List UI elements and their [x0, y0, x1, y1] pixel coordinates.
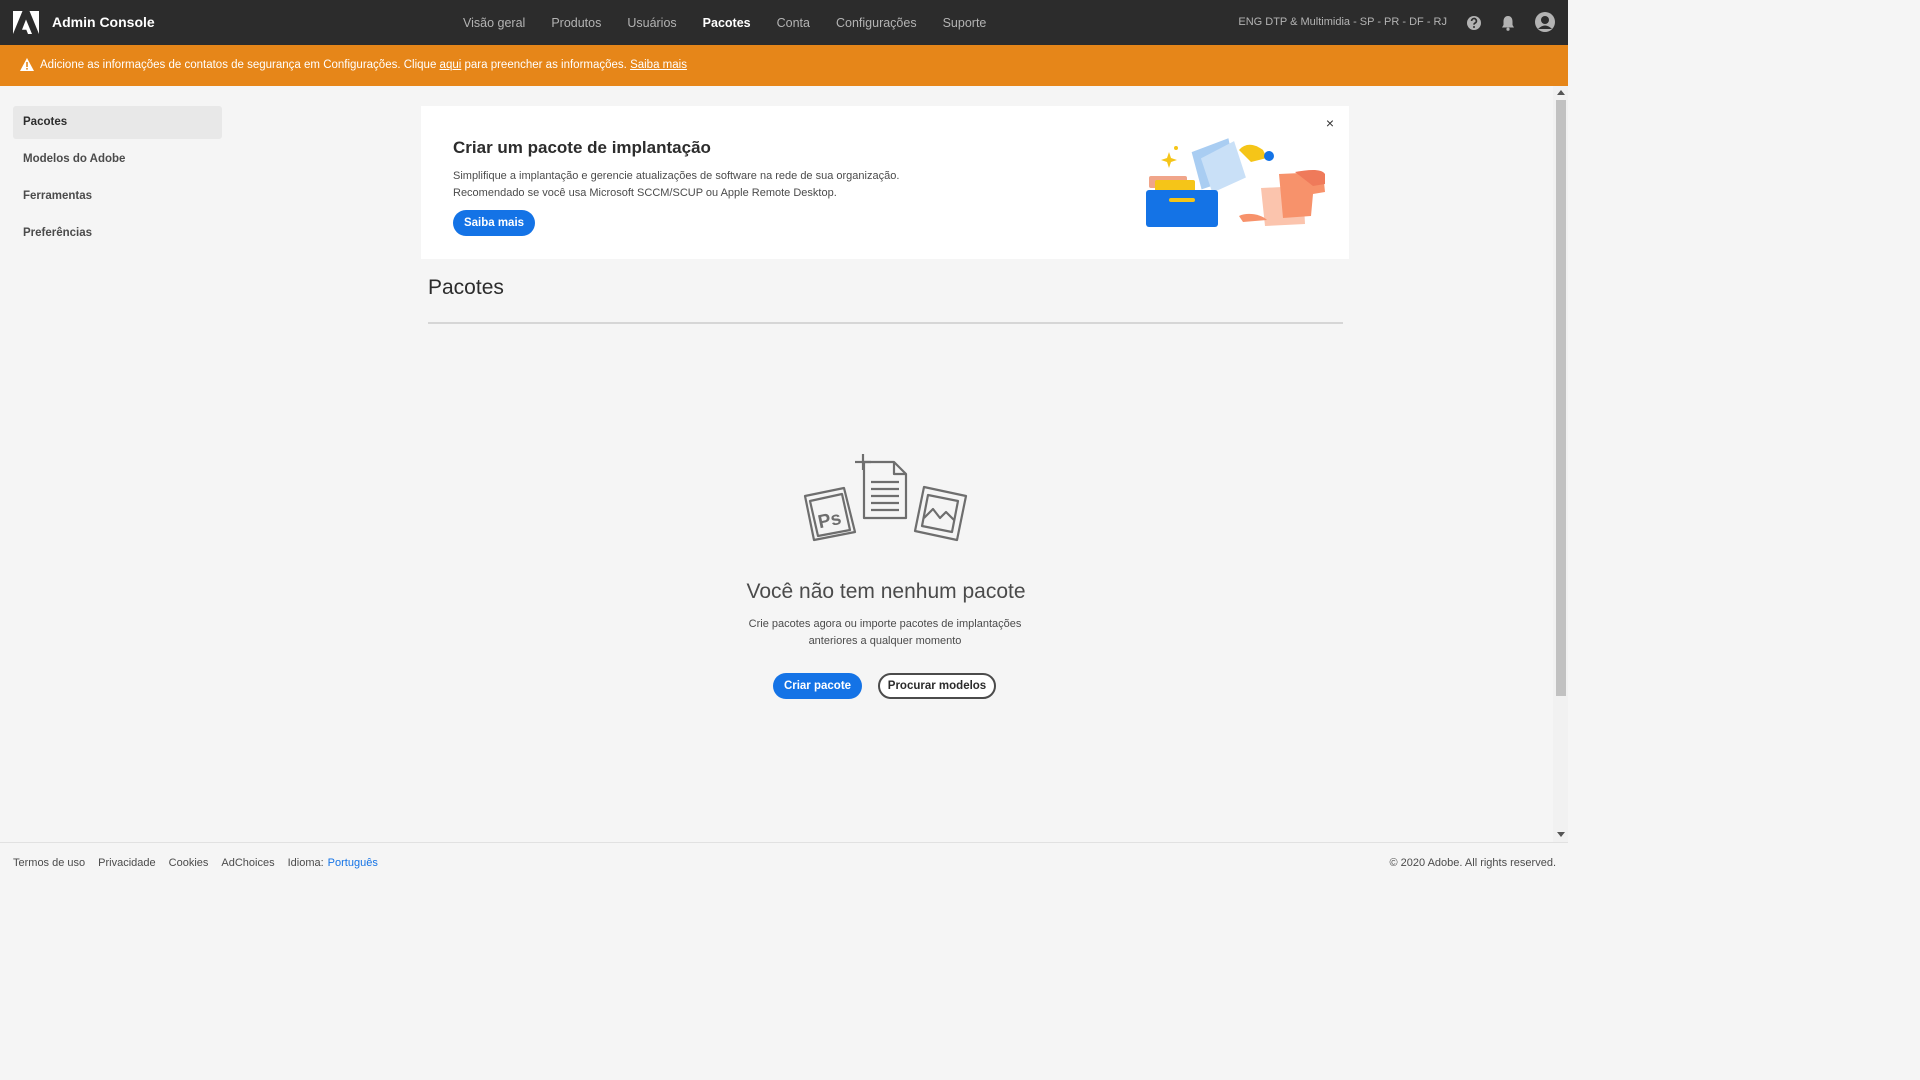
- banner-description: Simplifique a implantação e gerencie atu…: [453, 168, 953, 202]
- empty-state-title: Você não tem nenhum pacote: [746, 580, 1026, 603]
- app-title[interactable]: Admin Console: [52, 14, 155, 30]
- adobe-logo-icon[interactable]: [13, 11, 39, 34]
- warning-icon: [20, 58, 34, 71]
- nav-usuarios[interactable]: Usuários: [627, 16, 676, 30]
- alert-link-learn-more[interactable]: Saiba mais: [630, 59, 687, 71]
- sidebar-item-pacotes[interactable]: Pacotes: [13, 106, 222, 139]
- footer-links: Termos de uso Privacidade Cookies AdChoi…: [13, 857, 378, 869]
- sidebar-item-modelos-adobe[interactable]: Modelos do Adobe: [13, 143, 222, 176]
- language-label: Idioma:: [287, 857, 324, 869]
- scroll-thumb[interactable]: [1556, 100, 1566, 696]
- user-avatar-icon[interactable]: [1534, 11, 1556, 33]
- scroll-up-arrow-icon[interactable]: [1557, 90, 1565, 95]
- banner-desc-line-1: Simplifique a implantação e gerencie atu…: [453, 170, 900, 182]
- folder-illustration-icon: [1146, 138, 1325, 227]
- nav-suporte[interactable]: Suporte: [943, 16, 987, 30]
- footer: Termos de uso Privacidade Cookies AdChoi…: [0, 842, 1568, 882]
- banner-title: Criar um pacote de implantação: [453, 138, 711, 157]
- browse-templates-button[interactable]: Procurar modelos: [878, 673, 996, 699]
- footer-link-adchoices[interactable]: AdChoices: [221, 857, 274, 869]
- page-title: Pacotes: [428, 276, 504, 299]
- empty-desc-line-1: Crie pacotes agora ou importe pacotes de…: [748, 618, 1022, 630]
- sidebar: Pacotes Modelos do Adobe Ferramentas Pre…: [13, 106, 222, 254]
- nav-configuracoes[interactable]: Configurações: [836, 16, 917, 30]
- nav-conta[interactable]: Conta: [777, 16, 810, 30]
- language-selector[interactable]: Português: [328, 857, 378, 869]
- bell-icon[interactable]: [1498, 13, 1518, 33]
- org-switcher[interactable]: ENG DTP & Multimidia - SP - PR - DF - RJ: [1238, 16, 1447, 28]
- nav-produtos[interactable]: Produtos: [551, 16, 601, 30]
- top-nav-bar: Admin Console Visão geral Produtos Usuár…: [0, 0, 1568, 45]
- alert-link-here[interactable]: aqui: [440, 59, 462, 71]
- sidebar-item-ferramentas[interactable]: Ferramentas: [13, 180, 222, 213]
- alert-text-after: para preencher as informações.: [461, 59, 631, 71]
- scroll-down-arrow-icon[interactable]: [1557, 832, 1565, 837]
- empty-packages-illustration-icon: Ps: [803, 454, 968, 542]
- empty-state-description: Crie pacotes agora ou importe pacotes de…: [736, 616, 1034, 650]
- learn-more-button[interactable]: Saiba mais: [453, 210, 535, 236]
- help-icon[interactable]: [1464, 13, 1484, 33]
- empty-desc-line-2: anteriores a qualquer momento: [808, 635, 962, 647]
- copyright-text: © 2020 Adobe. All rights reserved.: [1389, 857, 1556, 869]
- nav-pacotes[interactable]: Pacotes: [703, 16, 751, 30]
- footer-link-privacy[interactable]: Privacidade: [98, 857, 155, 869]
- main-nav: Visão geral Produtos Usuários Pacotes Co…: [450, 0, 999, 45]
- security-contact-alert: Adicione as informações de contatos de s…: [0, 45, 1568, 86]
- close-icon[interactable]: ×: [1323, 116, 1337, 130]
- deployment-package-banner: Criar um pacote de implantação Simplifiq…: [421, 106, 1349, 259]
- vertical-scrollbar[interactable]: [1553, 86, 1568, 842]
- nav-visao-geral[interactable]: Visão geral: [463, 16, 525, 30]
- alert-message: Adicione as informações de contatos de s…: [40, 59, 687, 71]
- banner-desc-line-2: Recomendado se você usa Microsoft SCCM/S…: [453, 187, 837, 199]
- sidebar-item-preferencias[interactable]: Preferências: [13, 217, 222, 250]
- title-divider: [428, 322, 1343, 324]
- footer-link-terms[interactable]: Termos de uso: [13, 857, 85, 869]
- alert-text-before: Adicione as informações de contatos de s…: [40, 59, 440, 71]
- footer-link-cookies[interactable]: Cookies: [169, 857, 209, 869]
- create-package-button[interactable]: Criar pacote: [773, 673, 862, 699]
